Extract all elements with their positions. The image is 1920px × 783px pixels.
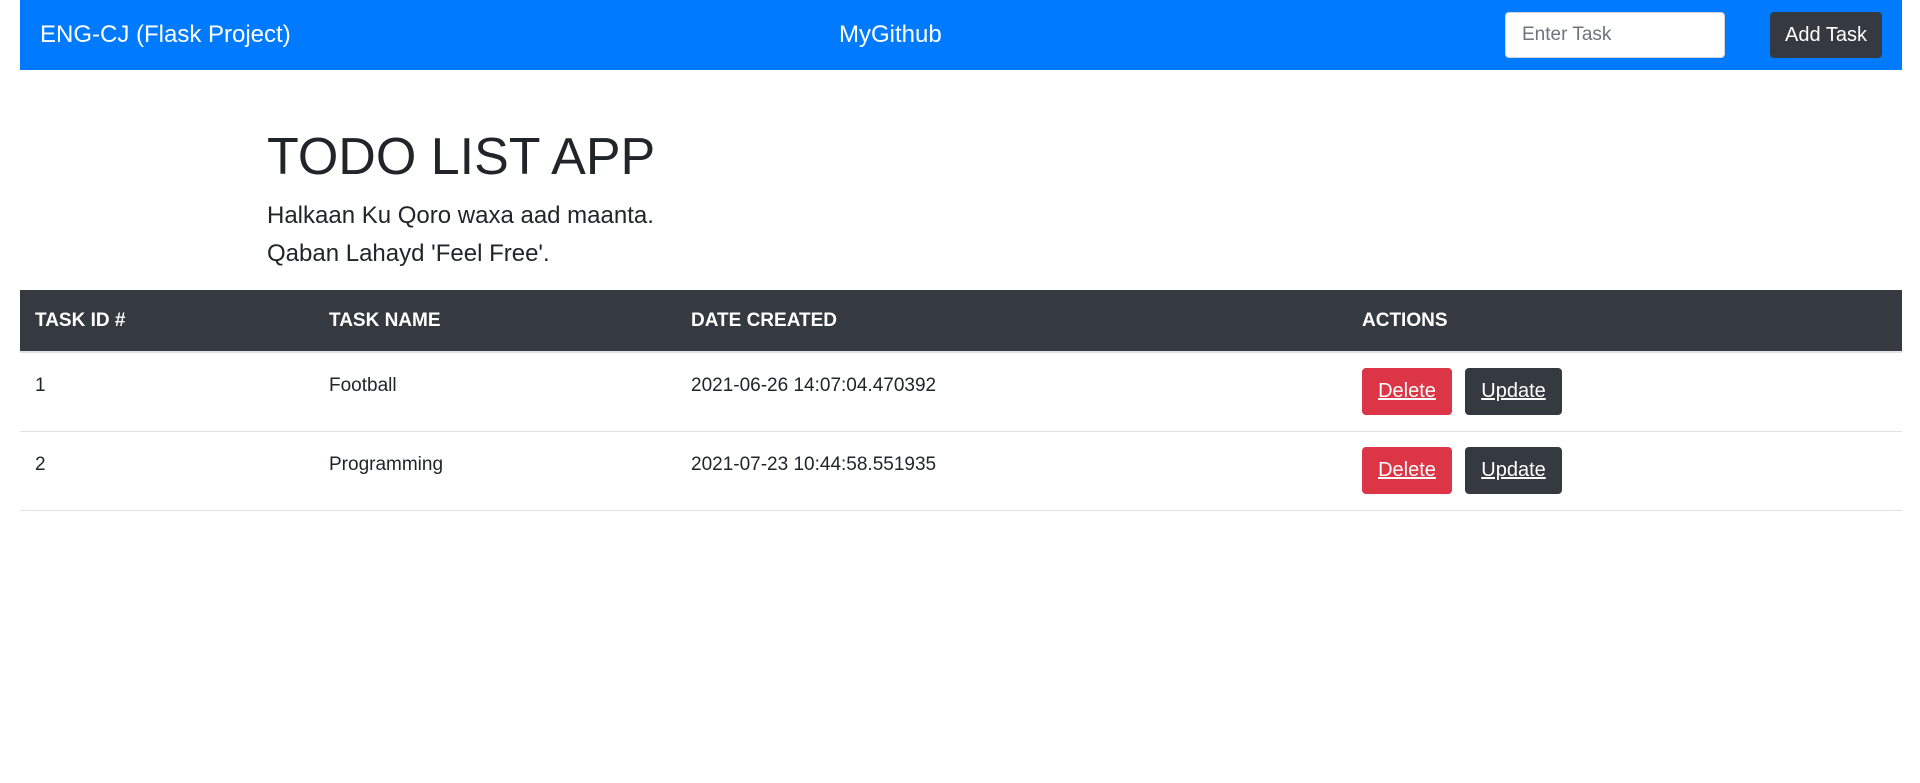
table-row: 1 Football 2021-06-26 14:07:04.470392 De… <box>20 352 1902 432</box>
column-header-task-id: TASK ID # <box>20 290 314 353</box>
table-row: 2 Programming 2021-07-23 10:44:58.551935… <box>20 431 1902 511</box>
task-id-cell: 1 <box>20 352 314 432</box>
table-header: TASK ID # TASK NAME DATE CREATED ACTIONS <box>20 290 1902 353</box>
task-name-cell: Football <box>314 352 676 432</box>
column-header-task-name: TASK NAME <box>314 290 676 353</box>
task-actions-cell: Delete Update <box>1347 352 1902 432</box>
tasks-table: TASK ID # TASK NAME DATE CREATED ACTIONS… <box>20 290 1902 511</box>
add-task-button[interactable]: Add Task <box>1770 12 1882 58</box>
page: ENG-CJ (Flask Project) MyGithub Add Task… <box>0 0 1920 783</box>
lead-text-line-1: Halkaan Ku Qoro waxa aad maanta. <box>267 202 654 229</box>
delete-button[interactable]: Delete <box>1362 368 1452 415</box>
task-date-cell: 2021-06-26 14:07:04.470392 <box>676 352 1347 432</box>
update-button[interactable]: Update <box>1465 446 1562 494</box>
task-date-cell: 2021-07-23 10:44:58.551935 <box>676 431 1347 511</box>
task-actions-cell: Delete Update <box>1347 431 1902 511</box>
lead-text-line-2: Qaban Lahayd 'Feel Free'. <box>267 240 550 267</box>
task-input[interactable] <box>1505 12 1725 58</box>
page-title: TODO LIST APP <box>267 128 656 186</box>
navbar: ENG-CJ (Flask Project) MyGithub Add Task <box>20 0 1902 70</box>
column-header-actions: ACTIONS <box>1347 290 1902 353</box>
github-link[interactable]: MyGithub <box>839 0 942 70</box>
task-id-cell: 2 <box>20 431 314 511</box>
task-name-cell: Programming <box>314 431 676 511</box>
update-button[interactable]: Update <box>1465 368 1562 415</box>
table-body: 1 Football 2021-06-26 14:07:04.470392 De… <box>20 352 1902 511</box>
brand-link[interactable]: ENG-CJ (Flask Project) <box>40 0 291 70</box>
table-header-row: TASK ID # TASK NAME DATE CREATED ACTIONS <box>20 290 1902 353</box>
column-header-date-created: DATE CREATED <box>676 290 1347 353</box>
delete-button[interactable]: Delete <box>1362 446 1452 494</box>
